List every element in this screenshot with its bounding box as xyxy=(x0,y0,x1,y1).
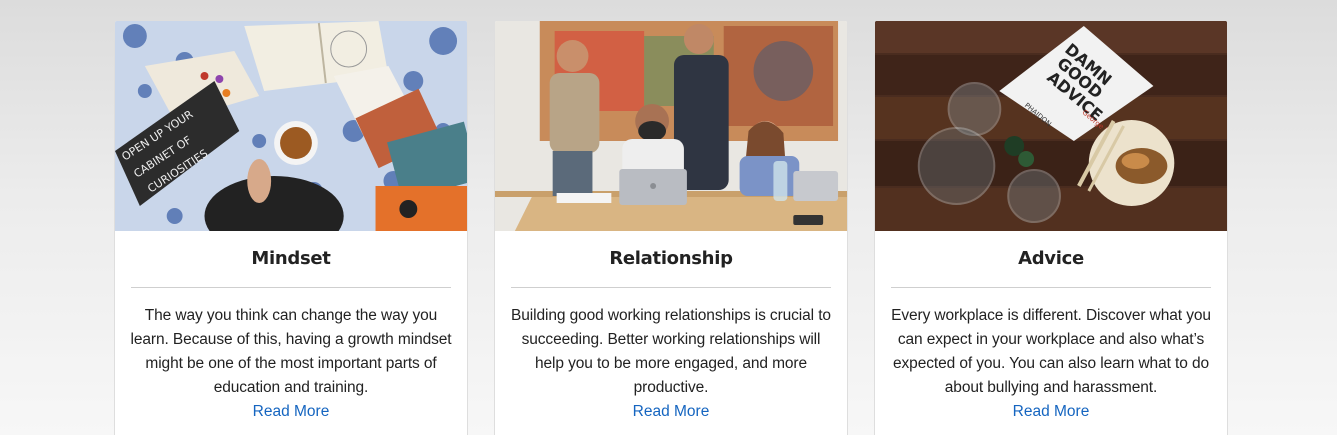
card-advice: DAMN GOOD ADVICE PHAIDON George Lois Adv… xyxy=(874,20,1228,435)
card-description: Every workplace is different. Discover w… xyxy=(891,307,1211,396)
read-more-link[interactable]: Read More xyxy=(495,400,847,424)
card-description: The way you think can change the way you… xyxy=(130,307,452,396)
card-description: Building good working relationships is c… xyxy=(511,307,831,396)
card-title: Mindset xyxy=(251,248,331,269)
card-mindset: OPEN UP YOUR CABINET OF CURIOSITIES Mind… xyxy=(114,20,468,435)
card-image-relationship xyxy=(495,21,847,231)
card-title: Advice xyxy=(1018,248,1084,269)
card-relationship: Relationship Building good working relat… xyxy=(494,20,848,435)
card-image-advice: DAMN GOOD ADVICE PHAIDON George Lois xyxy=(875,21,1227,231)
read-more-link[interactable]: Read More xyxy=(875,400,1227,424)
card-image-mindset: OPEN UP YOUR CABINET OF CURIOSITIES xyxy=(115,21,467,231)
card-title: Relationship xyxy=(609,248,733,269)
read-more-link[interactable]: Read More xyxy=(115,400,467,424)
card-grid: OPEN UP YOUR CABINET OF CURIOSITIES Mind… xyxy=(0,0,1337,435)
